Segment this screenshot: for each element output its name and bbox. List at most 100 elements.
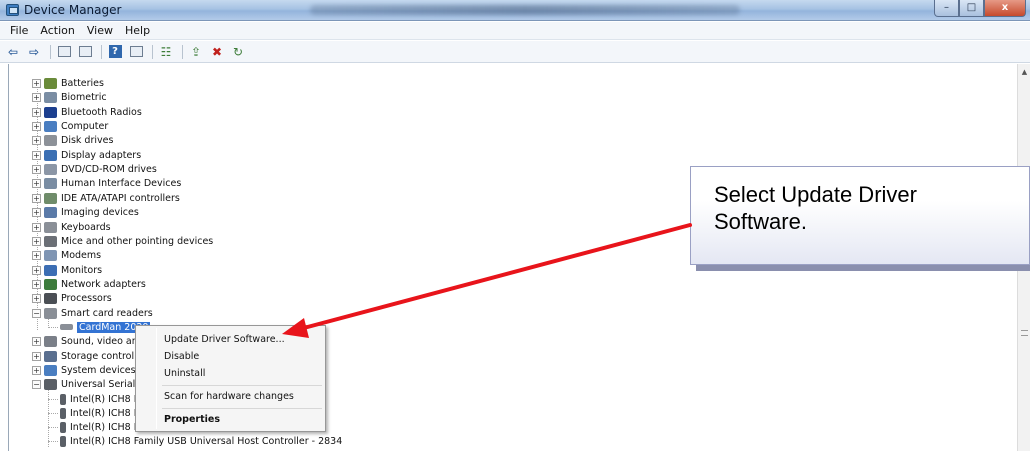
hid-icon — [44, 177, 57, 189]
tree-category-biometric[interactable]: + Biometric — [32, 90, 107, 104]
expand-toggle-icon[interactable]: + — [32, 178, 41, 188]
help-icon[interactable]: ? — [106, 44, 124, 60]
scroll-grip-icon[interactable] — [1021, 330, 1028, 336]
expand-toggle-icon[interactable]: + — [32, 193, 41, 203]
tree-category-storage-controller[interactable]: + Storage controller — [32, 349, 147, 363]
expand-toggle-icon[interactable]: + — [32, 336, 41, 346]
dvd-icon — [44, 163, 57, 175]
tree-category-dvd-cd-rom-drives[interactable]: + DVD/CD-ROM drives — [32, 162, 157, 176]
back-arrow-icon[interactable]: ⇦ — [4, 44, 22, 60]
close-button[interactable]: x — [984, 0, 1026, 17]
expand-toggle-icon[interactable]: + — [32, 365, 41, 375]
collapse-toggle-icon[interactable]: − — [32, 308, 41, 318]
tree-category-disk-drives[interactable]: + Disk drives — [32, 133, 113, 147]
tree-category-sound-video-and[interactable]: + Sound, video and — [32, 334, 144, 348]
update-driver-software-menu-item[interactable]: Update Driver Software... — [164, 334, 285, 345]
scan-hardware-icon[interactable]: ☷ — [157, 44, 175, 60]
tree-item-usb-controller[interactable]: Intel(R) ICH8 F — [60, 420, 139, 434]
tree-category-modems[interactable]: + Modems — [32, 248, 101, 262]
battery-icon — [44, 77, 57, 89]
tree-item-label: Monitors — [61, 264, 103, 276]
tree-item-label: Keyboards — [61, 221, 111, 233]
tree-category-smart-card-readers[interactable]: − Smart card readers — [32, 306, 153, 320]
bluetooth-icon — [44, 106, 57, 118]
tree-item-label: Smart card readers — [61, 307, 153, 319]
expand-toggle-icon[interactable]: + — [32, 164, 41, 174]
tree-item-label: Storage controller — [61, 350, 147, 362]
tree-category-system-devices[interactable]: + System devices — [32, 363, 136, 377]
tree-item-label: Sound, video and — [61, 335, 144, 347]
expand-toggle-icon[interactable]: + — [32, 222, 41, 232]
tree-item-label: Intel(R) ICH8 F — [70, 421, 140, 433]
tree-category-batteries[interactable]: + Batteries — [32, 76, 104, 90]
menu-view[interactable]: View — [81, 24, 119, 37]
collapse-toggle-icon[interactable]: − — [32, 379, 41, 389]
instruction-callout: Select Update Driver Software. — [690, 166, 1030, 265]
tree-item-usb-controller[interactable]: Intel(R) ICH8 F — [60, 392, 139, 406]
enable-icon[interactable]: ↻ — [229, 44, 247, 60]
window-title: Device Manager — [24, 3, 122, 17]
view-icon[interactable] — [127, 44, 145, 60]
uninstall-icon[interactable]: ✖ — [208, 44, 226, 60]
tree-item-usb-controller[interactable]: Intel(R) ICH8 Family USB Universal Host … — [60, 434, 342, 448]
expand-toggle-icon[interactable]: + — [32, 150, 41, 160]
tree-category-bluetooth-radios[interactable]: + Bluetooth Radios — [32, 105, 142, 119]
properties-icon[interactable] — [76, 44, 94, 60]
context-menu-divider — [162, 408, 322, 409]
tree-item-label: Biometric — [61, 91, 107, 103]
tree-item-label: Processors — [61, 292, 112, 304]
show-hide-tree-icon[interactable] — [55, 44, 73, 60]
expand-toggle-icon[interactable]: + — [32, 265, 41, 275]
disable-menu-item[interactable]: Disable — [164, 351, 199, 362]
update-driver-icon[interactable]: ⇪ — [187, 44, 205, 60]
maximize-button[interactable]: □ — [959, 0, 984, 17]
tree-category-display-adapters[interactable]: + Display adapters — [32, 148, 141, 162]
menu-bar: File Action View Help — [0, 22, 1030, 40]
tree-category-mice-and-other-pointing-devices[interactable]: + Mice and other pointing devices — [32, 234, 213, 248]
menu-action[interactable]: Action — [34, 24, 80, 37]
expand-toggle-icon[interactable]: + — [32, 236, 41, 246]
menu-help[interactable]: Help — [119, 24, 156, 37]
properties-menu-item[interactable]: Properties — [164, 414, 220, 425]
modem-icon — [44, 249, 57, 261]
expand-toggle-icon[interactable]: + — [32, 250, 41, 260]
context-menu-gutter — [156, 328, 157, 429]
tree-category-ide-ata-atapi-controllers[interactable]: + IDE ATA/ATAPI controllers — [32, 191, 180, 205]
expand-toggle-icon[interactable]: + — [32, 78, 41, 88]
imaging-icon — [44, 206, 57, 218]
expand-toggle-icon[interactable]: + — [32, 121, 41, 131]
scan-for-hardware-changes-menu-item[interactable]: Scan for hardware changes — [164, 391, 294, 402]
expand-toggle-icon[interactable]: + — [32, 135, 41, 145]
expand-toggle-icon[interactable]: + — [32, 351, 41, 361]
menu-file[interactable]: File — [4, 24, 34, 37]
uninstall-menu-item[interactable]: Uninstall — [164, 368, 205, 379]
tree-category-human-interface-devices[interactable]: + Human Interface Devices — [32, 176, 181, 190]
tree-category-computer[interactable]: + Computer — [32, 119, 108, 133]
tree-connector — [48, 427, 58, 428]
forward-arrow-icon[interactable]: ⇨ — [25, 44, 43, 60]
tree-category-universal-serial-bu[interactable]: − Universal Serial Bu — [32, 377, 151, 391]
expand-toggle-icon[interactable]: + — [32, 207, 41, 217]
disk-drive-icon — [44, 134, 57, 146]
tree-item-label: Intel(R) ICH8 Family USB Universal Host … — [70, 435, 343, 447]
tree-connector — [48, 413, 58, 414]
tree-category-network-adapters[interactable]: + Network adapters — [32, 277, 146, 291]
usb-icon — [60, 435, 66, 447]
expand-toggle-icon[interactable]: + — [32, 279, 41, 289]
callout-line-2: Software. — [714, 209, 807, 234]
expand-toggle-icon[interactable]: + — [32, 107, 41, 117]
tree-category-processors[interactable]: + Processors — [32, 291, 112, 305]
tree-category-keyboards[interactable]: + Keyboards — [32, 220, 111, 234]
minimize-button[interactable]: – — [934, 0, 959, 17]
callout-line-1: Select Update Driver — [714, 182, 917, 207]
tree-category-imaging-devices[interactable]: + Imaging devices — [32, 205, 139, 219]
tree-category-monitors[interactable]: + Monitors — [32, 263, 102, 277]
mouse-icon — [44, 235, 57, 247]
title-bar[interactable]: Device Manager – □ x — [0, 0, 1030, 21]
toolbar-divider — [101, 44, 102, 59]
tree-item-usb-controller[interactable]: Intel(R) ICH8 F — [60, 406, 139, 420]
scroll-up-arrow-icon[interactable]: ▲ — [1019, 68, 1030, 76]
expand-toggle-icon[interactable]: + — [32, 293, 41, 303]
tree-item-label: Display adapters — [61, 149, 142, 161]
expand-toggle-icon[interactable]: + — [32, 92, 41, 102]
